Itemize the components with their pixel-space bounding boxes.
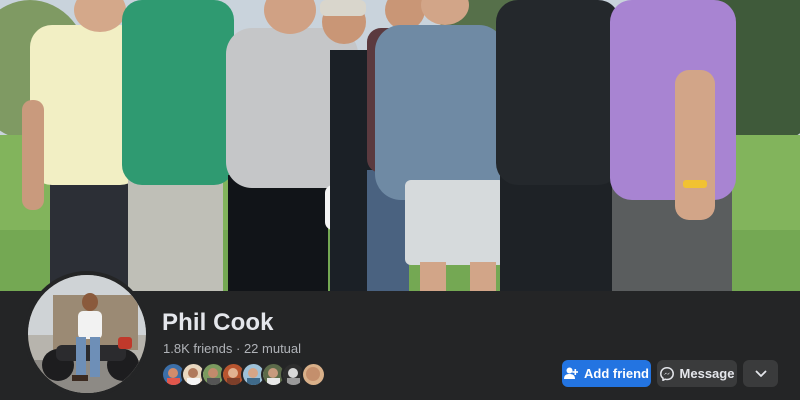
cover-photo[interactable]: [0, 0, 800, 291]
profile-picture-image: [28, 275, 146, 393]
mutual-friends-avatars[interactable]: [161, 362, 326, 388]
message-label: Message: [679, 366, 735, 381]
profile-picture[interactable]: [24, 271, 150, 397]
mutual-friends-count[interactable]: 22 mutual: [244, 341, 301, 356]
chevron-down-icon: [755, 366, 767, 381]
separator-dot: ·: [232, 341, 244, 356]
message-button[interactable]: Message: [657, 360, 737, 387]
cover-photo-image: [0, 0, 800, 291]
add-person-icon: [564, 367, 578, 380]
friends-count[interactable]: 1.8K friends: [163, 341, 232, 356]
mutual-friend-avatar[interactable]: [301, 362, 326, 387]
messenger-icon: [659, 366, 674, 381]
add-friend-button[interactable]: Add friend: [562, 360, 651, 387]
friends-summary[interactable]: 1.8K friends · 22 mutual: [163, 341, 301, 356]
profile-name[interactable]: Phil Cook: [162, 309, 274, 337]
more-options-button[interactable]: [743, 360, 778, 387]
add-friend-label: Add friend: [584, 366, 649, 381]
